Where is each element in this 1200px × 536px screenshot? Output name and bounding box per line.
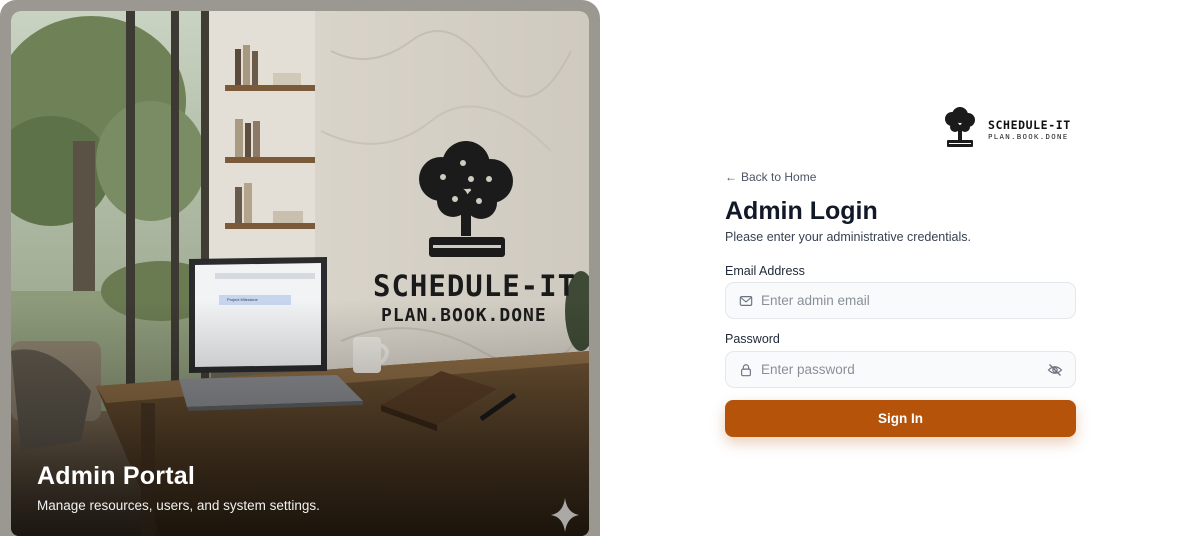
wall-brand-name: SCHEDULE-IT: [373, 269, 577, 303]
hero-title: Admin Portal: [37, 462, 195, 490]
laptop-screen-card: Project Milestone: [227, 297, 258, 302]
page-title: Admin Login: [725, 197, 878, 225]
sign-in-button[interactable]: Sign In: [725, 400, 1076, 437]
password-input[interactable]: [761, 352, 1047, 387]
brand-name: SCHEDULE-IT: [988, 117, 1071, 132]
brand-logo: SCHEDULE-IT PLAN.BOOK.DONE: [938, 107, 1071, 151]
sparkle-icon: [551, 498, 579, 532]
hero-subtitle: Manage resources, users, and system sett…: [37, 498, 320, 513]
lock-icon: [741, 363, 751, 376]
mail-icon: [739, 295, 753, 306]
email-input[interactable]: [761, 283, 1063, 318]
password-label: Password: [725, 332, 780, 346]
brand-tagline: PLAN.BOOK.DONE: [988, 131, 1069, 141]
eye-off-icon[interactable]: [1047, 362, 1063, 378]
tree-book-logo: [419, 141, 513, 257]
wall-brand-tagline: PLAN.BOOK.DONE: [381, 305, 547, 326]
hero-panel: SCHEDULE-IT PLAN.BOOK.DONE Project Miles…: [0, 0, 600, 536]
page-subtitle: Please enter your administrative credent…: [725, 230, 971, 244]
tree-book-icon: [945, 107, 975, 147]
back-to-home-link[interactable]: ← Back to Home: [725, 170, 816, 184]
back-link-label: Back to Home: [741, 170, 817, 184]
email-label: Email Address: [725, 264, 805, 278]
email-field[interactable]: [725, 282, 1076, 319]
arrow-left-icon: ←: [725, 170, 737, 184]
hero-image: SCHEDULE-IT PLAN.BOOK.DONE Project Miles…: [11, 11, 589, 536]
password-field[interactable]: [725, 351, 1076, 388]
